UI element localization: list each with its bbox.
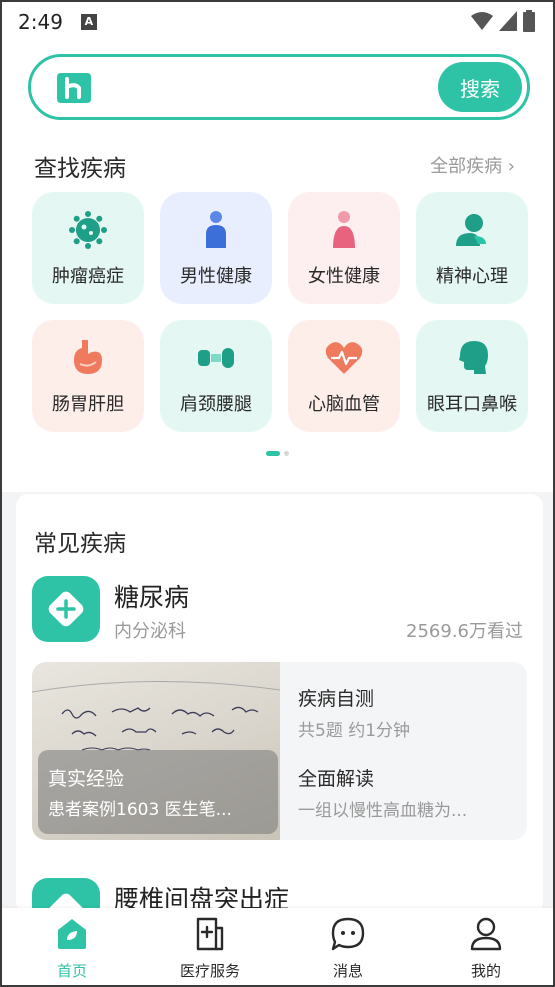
message-bubble-icon [331, 917, 365, 951]
battery-icon [523, 10, 535, 32]
category-male-health[interactable]: 男性健康 [160, 192, 272, 304]
wifi-icon [471, 12, 493, 30]
head-profile-icon [459, 341, 488, 374]
user-icon [470, 917, 502, 951]
nav-home[interactable]: 首页 [17, 908, 127, 985]
experience-subtitle: 患者案例1603 医生笔... [48, 800, 232, 820]
search-button[interactable]: 搜索 [438, 62, 522, 112]
medical-document-icon [196, 917, 224, 951]
category-ent[interactable]: 眼耳口鼻喉 [416, 320, 528, 432]
category-bone-joint[interactable]: 肩颈腰腿 [160, 320, 272, 432]
app-logo-icon [57, 73, 91, 103]
nav-label: 我的 [470, 962, 501, 980]
all-diseases-link[interactable]: 全部疾病 › [430, 152, 515, 178]
category-female-health[interactable]: 女性健康 [288, 192, 400, 304]
disease-plus-icon[interactable] [32, 576, 100, 642]
nav-label: 医疗服务 [179, 962, 240, 980]
category-label: 肿瘤癌症 [52, 266, 124, 287]
status-time: 2:49 [18, 10, 63, 34]
disease-info-card: 真实经验 患者案例1603 医生笔... 疾病自测 共5题 约1分钟 全面解读 … [32, 662, 527, 840]
category-tumor-cancer[interactable]: 肿瘤癌症 [32, 192, 144, 304]
disease-name[interactable]: 糖尿病 [114, 578, 189, 614]
nav-label: 消息 [332, 962, 363, 980]
nav-medical-service[interactable]: 医疗服务 [155, 908, 265, 985]
find-disease-title: 查找疾病 [34, 156, 126, 182]
female-person-icon [333, 211, 355, 248]
category-label: 精神心理 [436, 266, 508, 287]
bottom-nav: 首页 医疗服务 消息 我的 [2, 908, 553, 985]
nav-messages[interactable]: 消息 [293, 908, 403, 985]
mind-icon [456, 214, 486, 246]
category-label: 肠胃肝胆 [52, 394, 124, 415]
overview-subtitle: 一组以慢性高血糖为... [298, 801, 468, 821]
search-bar[interactable]: 搜索 [28, 54, 530, 120]
category-label: 肩颈腰腿 [180, 394, 252, 415]
self-test-title: 疾病自测 [298, 688, 375, 710]
bone-joint-icon [198, 348, 234, 368]
disease-department: 内分泌科 [114, 621, 186, 642]
notification-icon: A [80, 14, 97, 30]
nav-profile[interactable]: 我的 [431, 908, 541, 985]
page-indicator [266, 451, 289, 456]
self-test-subtitle: 共5题 约1分钟 [298, 721, 411, 741]
patient-case-photo[interactable]: 真实经验 患者案例1603 医生笔... [32, 662, 281, 840]
category-label: 男性健康 [180, 266, 252, 287]
photo-overlay [38, 750, 278, 834]
disease-view-count: 2569.6万看过 [406, 621, 523, 642]
page-dot-active [266, 451, 280, 456]
common-diseases-title: 常见疾病 [34, 531, 126, 557]
category-mental-health[interactable]: 精神心理 [416, 192, 528, 304]
page-dot [284, 451, 289, 456]
status-bar: 2:49 A [2, 2, 553, 42]
heart-pulse-icon [325, 342, 363, 374]
category-cardio[interactable]: 心脑血管 [288, 320, 400, 432]
nav-label: 首页 [56, 962, 87, 980]
category-label: 眼耳口鼻喉 [427, 394, 517, 415]
stomach-icon [74, 340, 102, 374]
overview-title: 全面解读 [298, 768, 375, 790]
category-label: 心脑血管 [308, 394, 380, 415]
category-label: 女性健康 [308, 266, 380, 287]
male-person-icon [206, 211, 226, 248]
signal-icon [499, 11, 517, 31]
category-digestive[interactable]: 肠胃肝胆 [32, 320, 144, 432]
experience-title: 真实经验 [48, 768, 125, 790]
home-icon [58, 919, 86, 949]
virus-icon [69, 211, 107, 249]
